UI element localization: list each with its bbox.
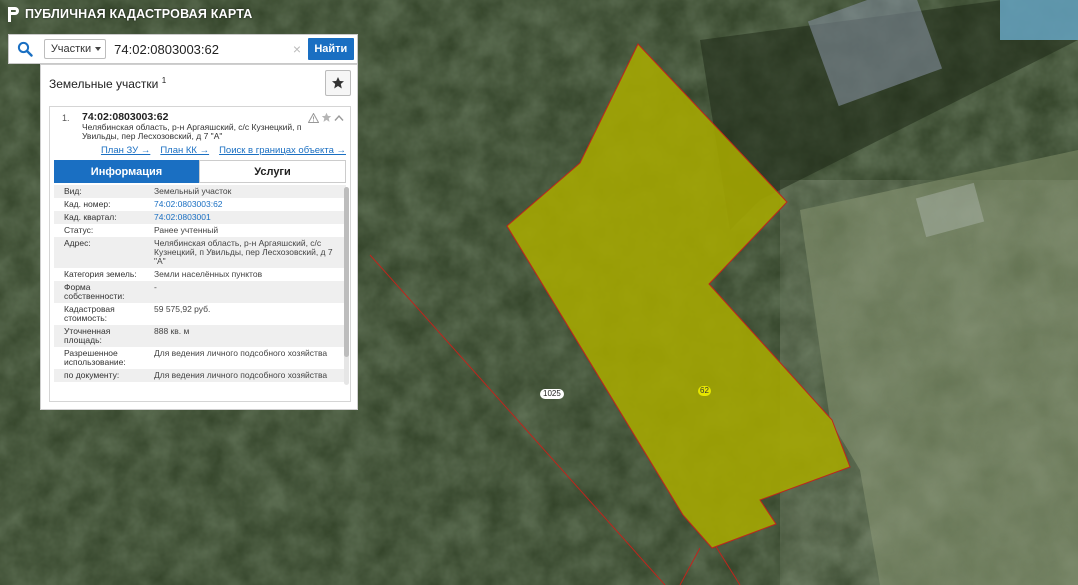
info-row: Разрешенное использование: Для ведения ли… xyxy=(64,348,328,367)
app-title: ПУБЛИЧНАЯ КАДАСТРОВАЯ КАРТА xyxy=(6,4,252,24)
app-title-text: ПУБЛИЧНАЯ КАДАСТРОВАЯ КАРТА xyxy=(25,7,253,21)
parcel-number-label[interactable]: 62 xyxy=(698,386,711,396)
info-table: Вид: Земельный участок Кад. номер: 74:02:0… xyxy=(54,185,346,391)
warning-icon[interactable] xyxy=(308,112,319,123)
info-row: Кад. номер: 74:02:0803003:62 xyxy=(64,199,223,209)
info-row: Форма собственности: - xyxy=(54,281,346,303)
results-panel: Земельные участки 1 1. 74:02:0803003:62 … xyxy=(40,64,358,410)
star-icon[interactable] xyxy=(321,112,332,123)
tab-information[interactable]: Информация xyxy=(54,160,199,183)
tabs: Информация Услуги xyxy=(54,160,346,183)
info-row: Категория земель: Земли населённых пункто… xyxy=(64,269,263,279)
find-button[interactable]: Найти xyxy=(307,38,354,60)
panel-title: Земельные участки 1 xyxy=(49,76,166,91)
info-row: Уточненная площадь: 888 кв. м xyxy=(54,325,346,347)
link-search-within[interactable]: Поиск в границах объекта → xyxy=(219,145,346,156)
favorites-button[interactable] xyxy=(325,70,351,96)
object-type-label: Участки xyxy=(50,43,92,55)
result-card[interactable]: 1. 74:02:0803003:62 Челябинская область,… xyxy=(49,106,351,402)
object-type-select[interactable]: Участки xyxy=(43,39,107,59)
star-icon xyxy=(332,77,344,89)
clear-icon[interactable]: × xyxy=(290,41,304,57)
result-address: Челябинская область, р-н Аргаяшский, с/с… xyxy=(82,122,302,141)
info-row: Адрес: Челябинская область, р-н Аргаяшски… xyxy=(54,237,346,268)
search-bar: Участки × Найти xyxy=(8,34,358,64)
link-plan-zu[interactable]: План ЗУ → xyxy=(101,145,150,156)
panel-title-text: Земельные участки xyxy=(49,76,159,91)
search-input[interactable] xyxy=(114,39,291,59)
logo-icon xyxy=(8,6,19,22)
panel-header: Земельные участки 1 xyxy=(41,65,357,101)
search-icon[interactable] xyxy=(9,35,42,63)
result-index: 1. xyxy=(62,113,70,123)
result-count: 1 xyxy=(161,75,167,85)
info-scrollbar[interactable] xyxy=(344,187,349,385)
line-number-label: 1025 xyxy=(540,389,564,399)
scroll-thumb[interactable] xyxy=(344,187,349,357)
chevron-up-icon[interactable] xyxy=(334,114,344,122)
link-plan-kk[interactable]: План КК → xyxy=(160,145,209,156)
chevron-down-icon xyxy=(95,47,102,51)
info-row: Статус: Ранее учтенный xyxy=(64,225,219,235)
tab-services[interactable]: Услуги xyxy=(199,160,346,183)
info-row: Вид: Земельный участок xyxy=(54,185,346,198)
info-row: Кадастровая стоимость: 59 575,92 руб. xyxy=(64,304,211,323)
info-row: Кад. квартал: 74:02:0803001 xyxy=(54,211,346,224)
info-row: по документу: Для ведения личного подсобн… xyxy=(54,369,346,382)
